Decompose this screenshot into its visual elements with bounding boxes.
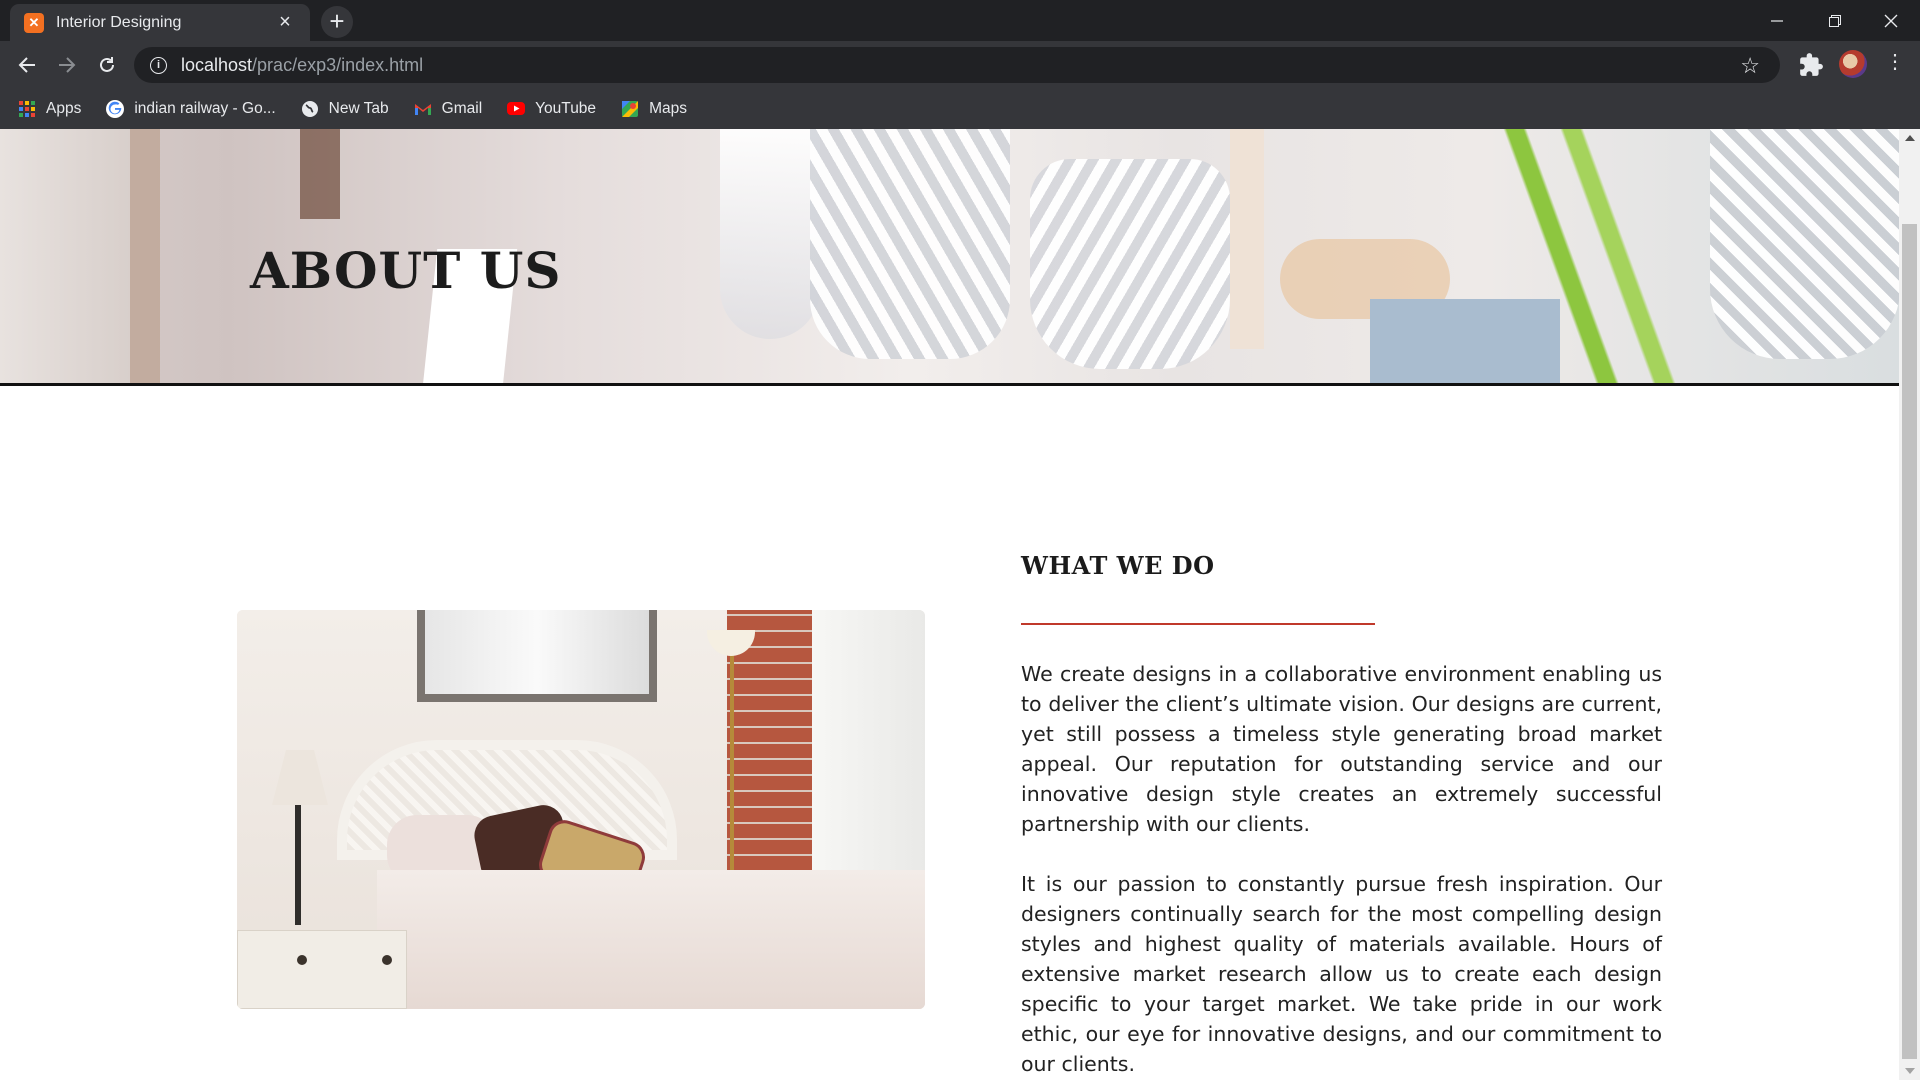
bookmark-label: Gmail [441, 99, 483, 117]
forward-button[interactable] [52, 50, 82, 80]
hero-banner: ABOUT US [0, 129, 1899, 386]
heading-divider [1021, 623, 1375, 625]
hero-lily-leaves [1470, 129, 1710, 383]
url-text: localhost/prac/exp3/index.html [181, 55, 423, 76]
floor-lamp-pole [730, 650, 734, 870]
about-paragraph-2: It is our passion to constantly pursue f… [1021, 872, 1662, 1076]
bedroom-image [237, 610, 925, 1009]
profile-avatar[interactable] [1839, 50, 1867, 78]
page-viewport: ABOUT US WHAT WE DO We create designs in… [0, 129, 1899, 1080]
close-icon [1884, 14, 1898, 27]
bed-cover [377, 870, 925, 1009]
bookmark-label: New Tab [328, 99, 389, 117]
google-icon [106, 99, 125, 118]
youtube-icon [507, 100, 526, 118]
scroll-up-arrow-icon[interactable] [1905, 135, 1915, 141]
url-host: localhost [181, 54, 253, 75]
apps-grid-icon [18, 100, 36, 118]
hero-candle [1230, 129, 1264, 349]
bookmark-apps[interactable]: Apps [18, 100, 81, 118]
bookmark-indian-railway[interactable]: indian railway - Go... [106, 99, 276, 118]
xampp-icon: ✕ [24, 12, 44, 33]
new-tab-button[interactable]: + [321, 6, 353, 38]
minimize-button[interactable] [1748, 0, 1806, 41]
scrollbar-thumb[interactable] [1902, 224, 1917, 1059]
nightstand-knob [382, 955, 392, 965]
minimize-icon [1771, 19, 1783, 22]
bookmark-label: indian railway - Go... [134, 99, 276, 117]
hero-crystal-glass-1 [810, 129, 1010, 359]
hero-chair-post [130, 129, 160, 383]
page-scrollbar[interactable] [1899, 129, 1920, 1080]
bookmark-label: YouTube [535, 99, 597, 117]
reload-button[interactable] [92, 50, 122, 80]
bookmark-gmail[interactable]: Gmail [414, 100, 482, 118]
nightstand-knob [297, 955, 307, 965]
restore-button[interactable] [1806, 0, 1864, 41]
reload-icon [100, 57, 114, 72]
nightstand [237, 930, 407, 1009]
hero-glass-1 [720, 129, 820, 339]
tab-title: Interior Designing [56, 13, 182, 31]
scroll-down-arrow-icon[interactable] [1905, 1068, 1915, 1074]
info-icon[interactable]: i [150, 56, 167, 74]
hero-chair-back [0, 129, 130, 383]
browser-titlebar: ✕ Interior Designing × + [0, 0, 1920, 41]
browser-tab[interactable]: ✕ Interior Designing × [10, 4, 310, 41]
close-window-button[interactable] [1862, 0, 1920, 41]
browser-menu-icon[interactable]: ⋮ [1885, 49, 1905, 74]
gmail-icon [414, 100, 432, 118]
extensions-puzzle-icon[interactable] [1798, 52, 1824, 78]
hero-crystal-glass-2 [1030, 159, 1230, 369]
hero-chair-wood [300, 129, 340, 219]
url-path: /prac/exp3/index.html [252, 54, 424, 75]
back-button[interactable] [12, 50, 42, 80]
bookmark-star-icon[interactable]: ☆ [1740, 53, 1760, 79]
bookmark-new-tab[interactable]: New Tab [301, 100, 389, 118]
maps-icon [621, 100, 639, 118]
about-paragraph-1: We create designs in a collaborative env… [1021, 662, 1662, 836]
bookmark-maps[interactable]: Maps [621, 100, 687, 118]
bookmark-youtube[interactable]: YouTube [507, 100, 596, 118]
forward-arrow-icon [59, 57, 76, 73]
back-arrow-icon [18, 57, 35, 73]
table-lamp-stand [295, 800, 301, 925]
bedroom-mirror [417, 610, 657, 702]
browser-toolbar: i localhost/prac/exp3/index.html ☆ ⋮ [0, 41, 1920, 88]
address-bar[interactable]: i localhost/prac/exp3/index.html ☆ [134, 47, 1780, 83]
bookmarks-bar: Apps indian railway - Go... New Tab Gmai… [0, 88, 1920, 129]
bookmark-label: Apps [46, 99, 82, 117]
globe-icon [301, 100, 319, 118]
bedroom-window-curtain [812, 610, 925, 870]
section-heading: WHAT WE DO [1021, 551, 1215, 580]
hero-crystal-glass-3 [1710, 129, 1899, 359]
restore-icon [1829, 14, 1841, 27]
page-title: ABOUT US [250, 241, 562, 300]
tab-close-icon[interactable]: × [274, 11, 296, 34]
bookmark-label: Maps [649, 99, 687, 117]
